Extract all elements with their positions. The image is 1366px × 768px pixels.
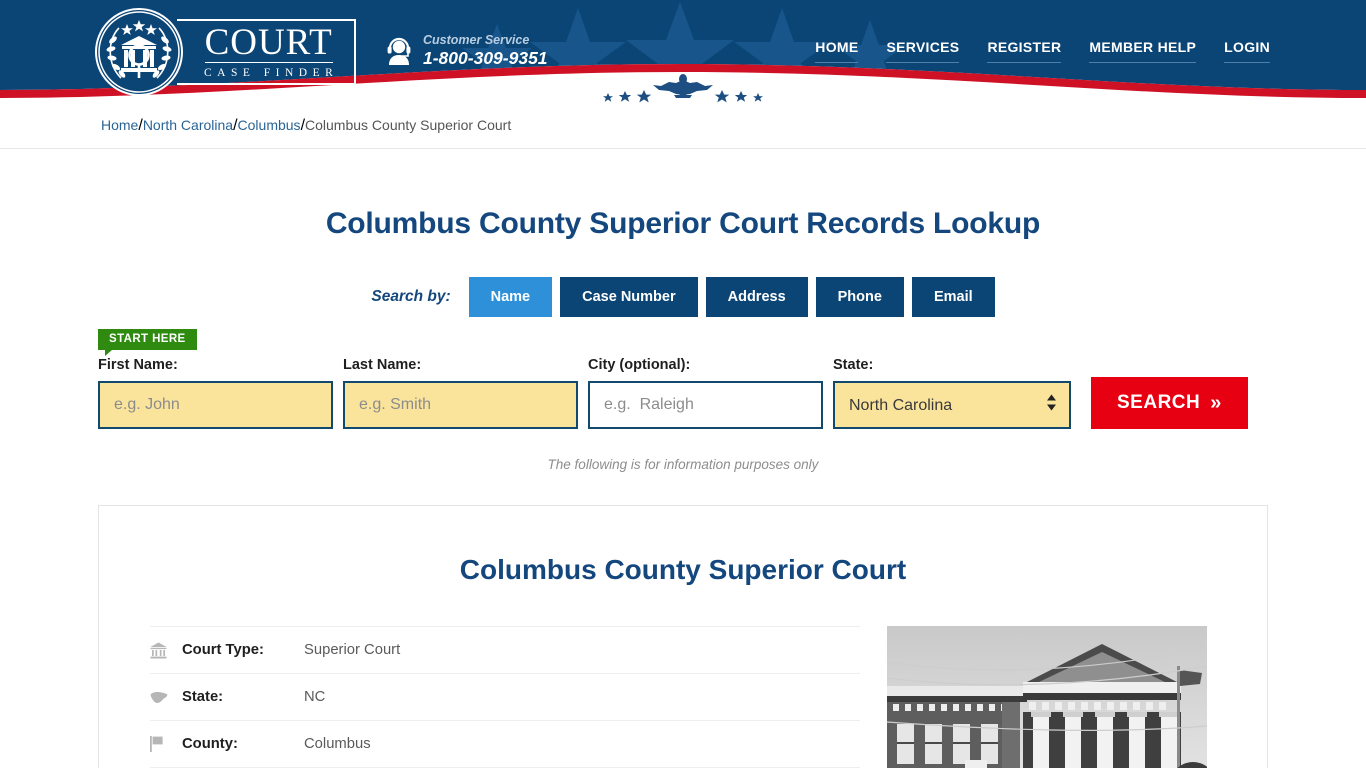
court-detail-table: Court Type: Superior Court State: NC Cou… xyxy=(150,626,860,768)
detail-value: Columbus xyxy=(304,736,371,752)
nav-item-home[interactable]: HOME xyxy=(815,39,859,63)
first-name-group: First Name: xyxy=(98,357,333,429)
breadcrumb-item-home[interactable]: Home xyxy=(101,117,138,133)
disclaimer-text: The following is for information purpose… xyxy=(547,457,819,472)
search-button-label: SEARCH xyxy=(1117,392,1201,413)
logo-title: COURT xyxy=(204,21,333,63)
search-form: START HERE First Name: Last Name: City (… xyxy=(0,329,1366,429)
state-group: State: North Carolina xyxy=(833,357,1071,429)
breadcrumb: Home / North Carolina / Columbus / Colum… xyxy=(0,104,1366,149)
flag-icon xyxy=(150,736,182,752)
search-by-label: Search by: xyxy=(371,288,451,305)
page-title: Columbus County Superior Court Records L… xyxy=(325,207,1041,240)
search-form-fields: First Name: Last Name: City (optional): … xyxy=(98,329,1366,429)
logo-text-box: COURT CASE FINDER xyxy=(177,19,357,85)
state-label: State: xyxy=(833,357,874,373)
main-content: Columbus County Superior Court Records L… xyxy=(0,149,1366,768)
detail-value: Superior Court xyxy=(304,642,401,658)
customer-service-label: Customer Service xyxy=(423,33,530,47)
table-row: State: NC xyxy=(150,673,860,720)
last-name-input[interactable] xyxy=(343,381,578,429)
detail-key: Court Type: xyxy=(182,642,264,658)
customer-service-phone[interactable]: 1-800-309-9351 xyxy=(423,48,548,68)
start-here-badge: START HERE xyxy=(98,329,197,356)
headset-support-icon xyxy=(385,35,413,66)
bank-icon xyxy=(150,642,182,659)
table-row: County: Columbus xyxy=(150,720,860,767)
city-group: City (optional): xyxy=(588,357,823,429)
double-chevron-right-icon: » xyxy=(1210,392,1222,414)
city-label: City (optional): xyxy=(588,357,691,373)
detail-key: County: xyxy=(182,736,238,752)
nav-item-register[interactable]: REGISTER xyxy=(987,39,1062,63)
nav-item-login[interactable]: LOGIN xyxy=(1224,39,1270,63)
courthouse-photo xyxy=(887,626,1207,768)
tab-name[interactable]: Name xyxy=(468,277,553,317)
site-header: COURT CASE FINDER Customer Service 1-800… xyxy=(0,0,1366,104)
court-info-card: Columbus County Superior Court Court Typ… xyxy=(98,505,1268,768)
usa-map-icon xyxy=(150,691,182,704)
customer-service-block[interactable]: Customer Service 1-800-309-9351 xyxy=(385,33,548,68)
breadcrumb-item-county[interactable]: Columbus xyxy=(238,117,301,133)
detail-key: State: xyxy=(182,689,224,705)
last-name-label: Last Name: xyxy=(343,357,422,373)
first-name-label: First Name: xyxy=(98,357,178,373)
logo-subtitle: CASE FINDER xyxy=(204,66,339,79)
first-name-input[interactable] xyxy=(98,381,333,429)
state-select[interactable]: North Carolina xyxy=(833,381,1071,429)
main-navigation: HOME SERVICES REGISTER MEMBER HELP LOGIN xyxy=(815,39,1270,63)
last-name-group: Last Name: xyxy=(343,357,578,429)
nav-item-member-help[interactable]: MEMBER HELP xyxy=(1089,39,1197,63)
search-button[interactable]: SEARCH » xyxy=(1091,377,1248,429)
nav-item-services[interactable]: SERVICES xyxy=(886,39,960,63)
detail-value: NC xyxy=(304,689,326,705)
tab-address[interactable]: Address xyxy=(705,277,808,317)
court-name-heading: Columbus County Superior Court xyxy=(459,554,907,585)
court-info-body: Court Type: Superior Court State: NC Cou… xyxy=(99,586,1267,768)
court-seal-icon xyxy=(95,8,183,96)
search-by-tabs: Search by: Name Case Number Address Phon… xyxy=(0,277,1366,317)
city-input[interactable] xyxy=(588,381,823,429)
tab-phone[interactable]: Phone xyxy=(815,277,904,317)
tab-email[interactable]: Email xyxy=(911,277,995,317)
table-row: Court Type: Superior Court xyxy=(150,626,860,673)
breadcrumb-item-current: Columbus County Superior Court xyxy=(305,117,512,133)
breadcrumb-item-state[interactable]: North Carolina xyxy=(143,117,233,133)
tab-case-number[interactable]: Case Number xyxy=(560,277,698,317)
site-logo[interactable]: COURT CASE FINDER xyxy=(95,8,357,96)
